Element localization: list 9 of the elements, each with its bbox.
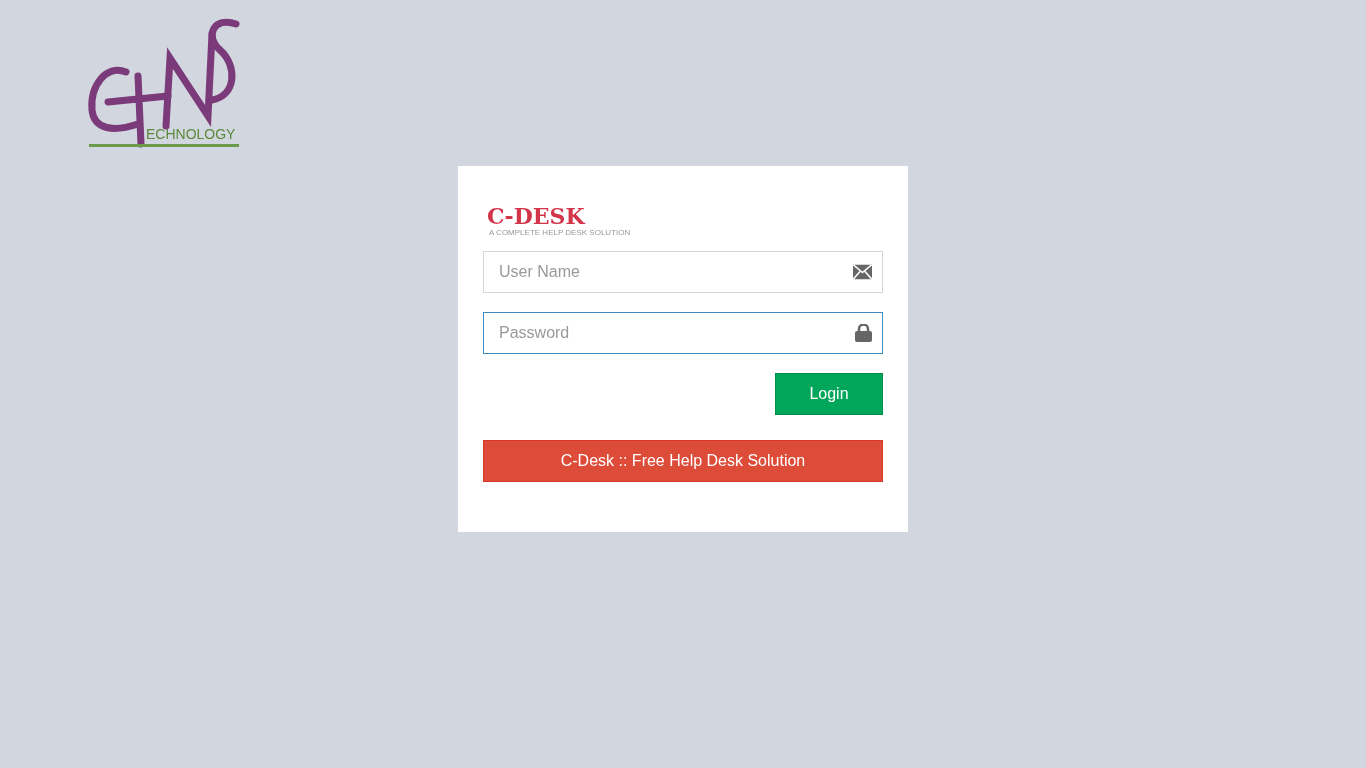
product-logo-text: C-DESK (487, 204, 585, 228)
logo-tagline: ECHNOLOGY (146, 126, 236, 142)
password-field[interactable]: Password (483, 312, 883, 354)
promo-button[interactable]: C-Desk :: Free Help Desk Solution (483, 440, 883, 482)
mail-icon (853, 264, 872, 280)
username-field[interactable]: User Name (483, 251, 883, 293)
lock-icon (855, 324, 872, 342)
product-tagline: A COMPLETE HELP DESK SOLUTION (489, 228, 631, 237)
login-button[interactable]: Login (775, 373, 883, 415)
